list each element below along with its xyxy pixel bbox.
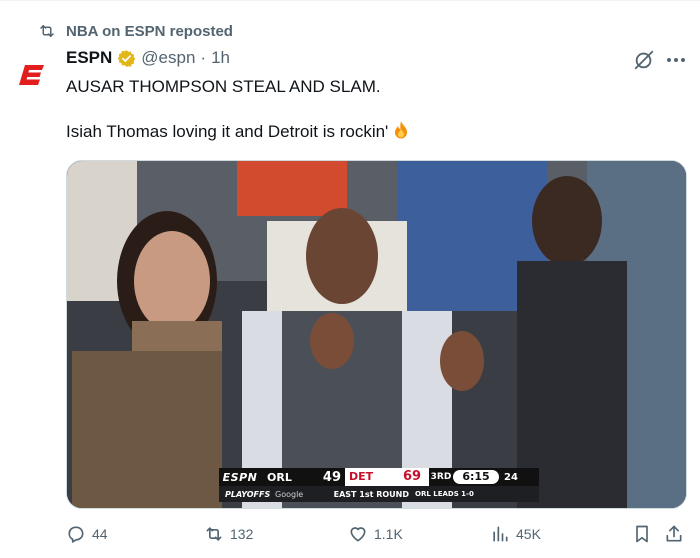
scorebug-away-score: 49 [322,469,341,485]
fire-emoji-icon [395,121,408,139]
repost-count: 132 [230,526,254,542]
repost-icon [206,527,222,541]
reply-count: 44 [92,526,108,542]
share-button[interactable] [664,524,684,544]
tweet-header: ESPN @espn · 1h [66,48,230,68]
video-media[interactable]: ESPN ORL 49 DET 69 3RD 6:15 24 PLAYOFFS … [66,160,687,509]
repost-button[interactable]: 132 [204,524,253,544]
scorebug-quarter: 3RD [430,472,452,482]
scorebug-footer: PLAYOFFS Google EAST 1st ROUND ORL LEADS… [219,486,539,502]
scorebug-away-team: ORL [267,470,292,484]
espn-logo-icon [19,65,44,85]
like-count: 1.1K [374,526,403,542]
scorebug-home-score: 69 [395,468,429,486]
scorebug-network: ESPN [222,470,258,484]
scorebug-home-team: DET [345,468,395,486]
timestamp[interactable]: 1h [211,48,230,68]
reply-button[interactable]: 44 [66,524,108,544]
reply-icon [68,526,84,543]
author-name[interactable]: ESPN [66,48,112,68]
scorebug-clock: 6:15 [453,470,499,484]
share-icon [666,525,682,542]
separator-dot: · [200,48,207,67]
author-handle[interactable]: @espn [141,48,195,68]
bookmark-icon [636,525,648,543]
scorebug-shot-clock: 24 [504,471,518,483]
verified-badge-icon[interactable] [117,49,136,68]
bookmark-button[interactable] [632,524,652,544]
more-options-icon[interactable] [664,48,688,72]
tweet-line-2-text: Isiah Thomas loving it and Detroit is ro… [66,122,389,141]
view-count: 45K [516,526,541,542]
views-button[interactable]: 45K [490,524,541,544]
scorebug-playoffs-label: PLAYOFFS [225,489,271,499]
scorebug-main: ESPN ORL 49 DET 69 3RD 6:15 24 [219,468,539,486]
grok-icon[interactable] [633,49,655,71]
repost-label: NBA on ESPN reposted [66,22,233,40]
views-chart-icon [493,526,508,542]
video-frame [67,161,686,508]
scorebug-series-status: ORL LEADS 1-0 [415,490,474,498]
like-button[interactable]: 1.1K [348,524,403,544]
top-divider [0,0,700,1]
scorebug-round: EAST 1st ROUND [333,489,409,499]
action-bar: 44 132 1.1K 45K [66,524,686,550]
tweet-text: AUSAR THOMPSON STEAL AND SLAM. Isiah Tho… [66,76,686,165]
repost-icon [40,25,54,37]
heart-icon [350,527,366,542]
scorebug: ESPN ORL 49 DET 69 3RD 6:15 24 PLAYOFFS … [219,468,539,502]
avatar[interactable] [12,55,52,95]
repost-context[interactable]: NBA on ESPN reposted [38,22,233,40]
tweet-line-2: Isiah Thomas loving it and Detroit is ro… [66,120,686,143]
scorebug-sponsor: Google [275,489,304,499]
tweet-line-1: AUSAR THOMPSON STEAL AND SLAM. [66,77,381,96]
